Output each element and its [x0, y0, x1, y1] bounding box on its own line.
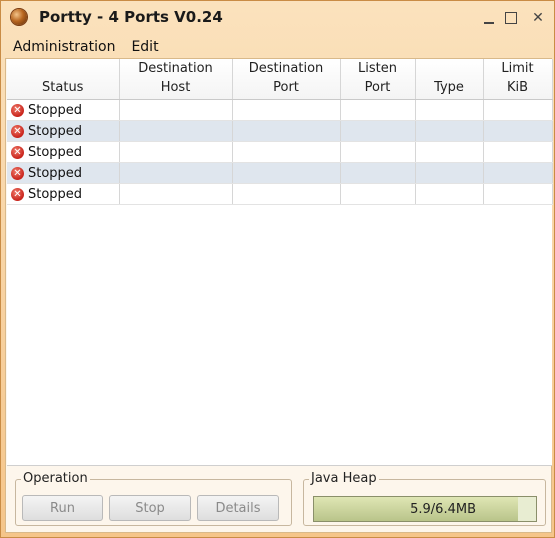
window-title: Portty - 4 Ports V0.24 — [39, 8, 223, 26]
stopped-error-icon: ✕ — [11, 145, 24, 159]
cell-listen-port[interactable] — [340, 183, 416, 205]
java-heap-text: 5.9/6.4MB — [410, 502, 476, 517]
cell-dest-port[interactable] — [232, 120, 341, 142]
stopped-error-icon: ✕ — [11, 187, 24, 201]
cell-listen-port[interactable] — [340, 141, 416, 163]
cell-type[interactable] — [415, 99, 484, 121]
stop-button[interactable]: Stop — [109, 495, 191, 521]
details-button[interactable]: Details — [197, 495, 279, 521]
cell-listen-port[interactable] — [340, 120, 416, 142]
status-text: Stopped — [28, 144, 83, 160]
status-text: Stopped — [28, 186, 83, 202]
cell-type[interactable] — [415, 162, 484, 184]
column-header-listen-port[interactable]: Listen Port — [340, 59, 416, 100]
table-row[interactable]: ✕ Stopped — [7, 141, 553, 163]
menu-administration[interactable]: Administration — [5, 39, 123, 55]
cell-host[interactable] — [119, 162, 233, 184]
java-heap-bar: 5.9/6.4MB — [313, 496, 537, 522]
operation-group-label: Operation — [21, 471, 90, 486]
java-heap-group-label: Java Heap — [309, 471, 379, 486]
app-icon[interactable] — [11, 9, 27, 25]
cell-limit[interactable] — [483, 120, 553, 142]
minimize-button[interactable] — [479, 8, 499, 28]
cell-type[interactable] — [415, 120, 484, 142]
cell-host[interactable] — [119, 99, 233, 121]
close-button[interactable]: ✕ — [528, 8, 548, 28]
table-row[interactable]: ✕ Stopped — [7, 162, 553, 184]
stopped-error-icon: ✕ — [11, 124, 24, 138]
ports-table: Status Destination Host Destination Port L… — [7, 59, 553, 205]
column-header-destination-port[interactable]: Destination Port — [232, 59, 341, 100]
table-row[interactable]: ✕ Stopped — [7, 120, 553, 142]
cell-type[interactable] — [415, 183, 484, 205]
column-header-limit-kib[interactable]: Limit KiB — [483, 59, 553, 100]
cell-type[interactable] — [415, 141, 484, 163]
column-header-destination-host[interactable]: Destination Host — [119, 59, 233, 100]
client-area: Status Destination Host Destination Port L… — [5, 58, 553, 533]
stopped-error-icon: ✕ — [11, 103, 24, 117]
cell-host[interactable] — [119, 183, 233, 205]
cell-limit[interactable] — [483, 99, 553, 121]
menu-edit[interactable]: Edit — [123, 39, 166, 55]
close-icon: ✕ — [532, 10, 544, 26]
ports-table-area[interactable]: Status Destination Host Destination Port L… — [7, 59, 553, 466]
cell-listen-port[interactable] — [340, 99, 416, 121]
java-heap-group: Java Heap 5.9/6.4MB — [303, 471, 546, 526]
table-header-row: Status Destination Host Destination Port L… — [7, 59, 553, 100]
run-button[interactable]: Run — [22, 495, 103, 521]
minimize-icon — [484, 22, 494, 24]
cell-dest-port[interactable] — [232, 141, 341, 163]
cell-host[interactable] — [119, 141, 233, 163]
stopped-error-icon: ✕ — [11, 166, 24, 180]
menu-bar: Administration Edit — [5, 36, 551, 58]
cell-limit[interactable] — [483, 183, 553, 205]
maximize-icon — [505, 12, 517, 24]
status-text: Stopped — [28, 102, 83, 118]
cell-dest-port[interactable] — [232, 183, 341, 205]
cell-dest-port[interactable] — [232, 99, 341, 121]
status-text: Stopped — [28, 165, 83, 181]
title-bar[interactable]: Portty - 4 Ports V0.24 ✕ — [1, 1, 554, 35]
operation-group: Operation Run Stop Details — [15, 471, 292, 526]
cell-limit[interactable] — [483, 162, 553, 184]
cell-dest-port[interactable] — [232, 162, 341, 184]
column-header-type[interactable]: Type — [415, 59, 484, 100]
cell-listen-port[interactable] — [340, 162, 416, 184]
status-text: Stopped — [28, 123, 83, 139]
cell-limit[interactable] — [483, 141, 553, 163]
app-window: Portty - 4 Ports V0.24 ✕ Administration … — [0, 0, 555, 538]
maximize-button[interactable] — [501, 8, 521, 28]
table-row[interactable]: ✕ Stopped — [7, 99, 553, 121]
table-row[interactable]: ✕ Stopped — [7, 183, 553, 205]
column-header-status[interactable]: Status — [7, 59, 120, 100]
cell-host[interactable] — [119, 120, 233, 142]
